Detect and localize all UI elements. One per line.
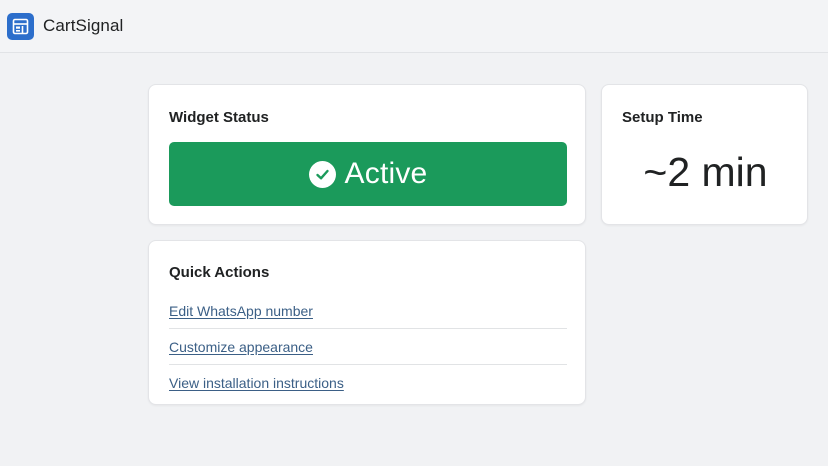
- list-item: View installation instructions: [169, 365, 567, 401]
- app-name: CartSignal: [43, 16, 124, 35]
- quick-actions-list: Edit WhatsApp number Customize appearanc…: [169, 293, 567, 401]
- quick-actions-title: Quick Actions: [169, 264, 270, 281]
- status-badge: Active: [169, 142, 567, 206]
- status-label: Active: [344, 157, 428, 190]
- app-logo-icon[interactable]: [7, 13, 34, 40]
- customize-appearance-link[interactable]: Customize appearance: [169, 339, 313, 355]
- top-bar: CartSignal: [0, 0, 828, 53]
- widget-status-title: Widget Status: [169, 109, 269, 126]
- store-layout-icon: [12, 18, 29, 35]
- setup-time-value: ~2 min: [643, 149, 768, 195]
- list-item: Edit WhatsApp number: [169, 293, 567, 329]
- check-circle-icon: [308, 160, 336, 188]
- setup-time-title: Setup Time: [622, 109, 703, 126]
- edit-whatsapp-number-link[interactable]: Edit WhatsApp number: [169, 303, 313, 319]
- view-installation-instructions-link[interactable]: View installation instructions: [169, 375, 344, 391]
- widget-status-card: Widget Status Active: [148, 84, 586, 225]
- quick-actions-card: Quick Actions Edit WhatsApp number Custo…: [148, 240, 586, 405]
- setup-time-card: Setup Time ~2 min: [601, 84, 808, 225]
- list-item: Customize appearance: [169, 329, 567, 365]
